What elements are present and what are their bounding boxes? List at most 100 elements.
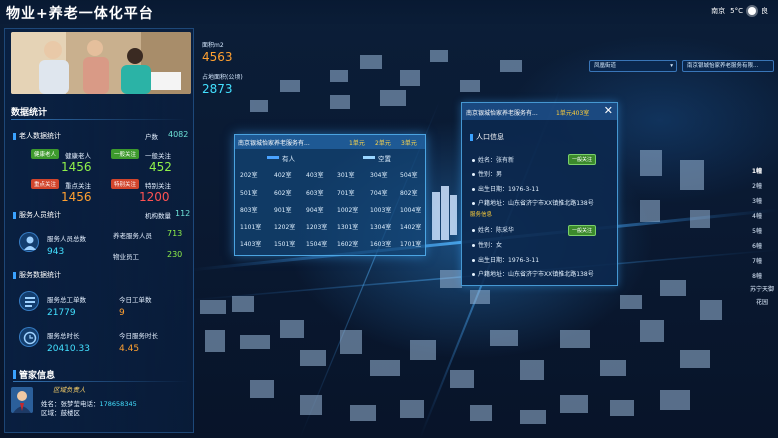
tag-general: 一般关注 bbox=[111, 149, 140, 159]
street-dropdown-value: 凤凰街道 bbox=[594, 63, 617, 69]
room-cell[interactable]: 501室 bbox=[240, 188, 257, 197]
room-cell[interactable]: 1301室 bbox=[337, 222, 358, 231]
room-cell[interactable]: 304室 bbox=[370, 170, 387, 179]
building-item[interactable]: 1幢 bbox=[752, 166, 762, 175]
room-cell[interactable]: 1602室 bbox=[337, 239, 358, 248]
person2-gender-label: 性别： bbox=[478, 242, 497, 249]
info-room: 1单元403室 bbox=[556, 110, 590, 117]
person1-address-row: 户籍地址：山东省济宁市XX镇推北路138号 bbox=[472, 198, 594, 207]
keeper-area-row: 区域：鼓楼区 bbox=[41, 407, 80, 417]
room-cell[interactable]: 1003室 bbox=[370, 205, 391, 214]
room-cell[interactable]: 1202室 bbox=[274, 222, 295, 231]
person1-birth-row: 出生日期：1976-3-11 bbox=[472, 184, 539, 193]
building-item[interactable]: 7幢 bbox=[752, 256, 762, 265]
units-header: 南京银城怡家养老服务有... 1单元 2单元 3单元 bbox=[235, 135, 425, 149]
divider bbox=[13, 381, 189, 382]
healthy-label: 健康老人 bbox=[65, 152, 91, 160]
weather-widget: 南京 5°C 良 bbox=[711, 6, 768, 16]
city-name: 南京 bbox=[711, 7, 726, 15]
room-cell[interactable]: 602室 bbox=[274, 188, 291, 197]
room-cell[interactable]: 904室 bbox=[306, 205, 323, 214]
person1-name-row: 姓名：张有新 bbox=[472, 155, 514, 164]
total-hours-value: 20410.33 bbox=[47, 344, 90, 354]
building-item[interactable]: 2幢 bbox=[752, 181, 762, 190]
tab-unit-3[interactable]: 3单元 bbox=[401, 138, 417, 147]
room-cell[interactable]: 603室 bbox=[306, 188, 323, 197]
org-value: 112 bbox=[175, 209, 191, 218]
keeper-area: 鼓楼区 bbox=[60, 409, 81, 417]
room-cell[interactable]: 704室 bbox=[370, 188, 387, 197]
key-value: 1456 bbox=[61, 190, 92, 204]
bullet-icon bbox=[472, 202, 475, 205]
tab-unit-2[interactable]: 2单元 bbox=[375, 138, 391, 147]
room-cell[interactable]: 301室 bbox=[337, 170, 354, 179]
room-cell[interactable]: 1501室 bbox=[274, 239, 295, 248]
staff-total-label: 服务人员总数 bbox=[47, 235, 86, 243]
room-cell[interactable]: 1402室 bbox=[400, 222, 421, 231]
room-cell[interactable]: 1002室 bbox=[337, 205, 358, 214]
elderly-title-text: 老人数据统计 bbox=[19, 132, 61, 140]
population-section-title: 人口信息 bbox=[470, 132, 504, 142]
room-cell[interactable]: 1203室 bbox=[306, 222, 327, 231]
today-hours-value: 4.45 bbox=[119, 344, 140, 354]
bullet-icon bbox=[472, 244, 475, 247]
room-cell[interactable]: 901室 bbox=[274, 205, 291, 214]
person2-gender: 女 bbox=[496, 242, 503, 249]
room-cell[interactable]: 1004室 bbox=[400, 205, 421, 214]
keeper-phone-label: 电话： bbox=[80, 400, 100, 408]
street-dropdown[interactable]: 凤凰街道 ▾ bbox=[589, 60, 677, 72]
building-item[interactable]: 5幢 bbox=[752, 226, 762, 235]
divider bbox=[11, 119, 187, 120]
clock-icon bbox=[19, 327, 39, 347]
bullet-icon bbox=[472, 188, 475, 191]
room-cell[interactable]: 403室 bbox=[306, 170, 323, 179]
org-dropdown[interactable]: 南京银城怡家养老服务有限... bbox=[682, 60, 774, 72]
room-cell[interactable]: 402室 bbox=[274, 170, 291, 179]
property-staff-label: 物业员工 bbox=[113, 253, 139, 261]
person2-address: 山东省济宁市XX镇推北路138号 bbox=[508, 271, 594, 278]
person2-birth-label: 出生日期： bbox=[478, 257, 509, 264]
person1-status-button[interactable]: 一般关注 bbox=[568, 154, 597, 165]
room-cell[interactable]: 202室 bbox=[240, 170, 257, 179]
area-value: 4563 bbox=[202, 50, 233, 64]
households-value: 4082 bbox=[168, 130, 189, 139]
room-cell[interactable]: 1504室 bbox=[306, 239, 327, 248]
room-cell[interactable]: 1403室 bbox=[240, 239, 261, 248]
room-cell[interactable]: 802室 bbox=[400, 188, 417, 197]
person2-name: 陈采华 bbox=[496, 227, 515, 234]
room-cell[interactable]: 803室 bbox=[240, 205, 257, 214]
room-cell[interactable]: 1603室 bbox=[370, 239, 391, 248]
total-orders-label: 服务总工单数 bbox=[47, 296, 86, 304]
title-bar bbox=[470, 133, 473, 141]
building-item[interactable]: 3幢 bbox=[752, 196, 762, 205]
room-cell[interactable]: 701室 bbox=[337, 188, 354, 197]
total-orders-value: 21779 bbox=[47, 308, 76, 318]
person2-status-button[interactable]: 一般关注 bbox=[568, 225, 597, 236]
close-icon[interactable]: ✕ bbox=[604, 105, 613, 117]
keeper-phone: 178658345 bbox=[99, 400, 137, 408]
keeper-section-title: 管家信息 bbox=[13, 368, 55, 381]
general-label: 一般关注 bbox=[145, 152, 171, 160]
left-stats-panel: 数据统计 老人数据统计 户数 4082 健康老人 健康老人 1456 一般关注 … bbox=[4, 28, 194, 433]
orders-title-text: 服务数据统计 bbox=[19, 271, 61, 279]
room-cell[interactable]: 1701室 bbox=[400, 239, 421, 248]
org-dropdown-value: 南京银城怡家养老服务有限... bbox=[687, 63, 759, 69]
building-item[interactable]: 6幢 bbox=[752, 241, 762, 250]
tag-special: 特别关注 bbox=[111, 179, 140, 189]
room-cell[interactable]: 1304室 bbox=[370, 222, 391, 231]
building-item[interactable]: 8幢 bbox=[752, 271, 762, 280]
resident-info-panel: 南京银城怡家养老服务有... 1单元403室 ✕ 人口信息 姓名：张有新 一般关… bbox=[461, 102, 618, 286]
work-order-icon bbox=[19, 291, 39, 311]
today-orders-value: 9 bbox=[119, 308, 125, 318]
title-bar bbox=[13, 271, 16, 279]
area-label: 面积m2 bbox=[202, 42, 224, 49]
tab-unit-1[interactable]: 1单元 bbox=[349, 138, 365, 147]
building-item[interactable]: 4幢 bbox=[752, 211, 762, 220]
healthy-value: 1456 bbox=[61, 160, 92, 174]
bullet-icon bbox=[472, 229, 475, 232]
room-cell[interactable]: 504室 bbox=[400, 170, 417, 179]
service-info-label: 服务信息 bbox=[470, 212, 493, 218]
room-cell[interactable]: 1101室 bbox=[240, 222, 261, 231]
total-hours-label: 服务总时长 bbox=[47, 332, 80, 340]
elderly-stats-title: 老人数据统计 bbox=[13, 131, 61, 141]
